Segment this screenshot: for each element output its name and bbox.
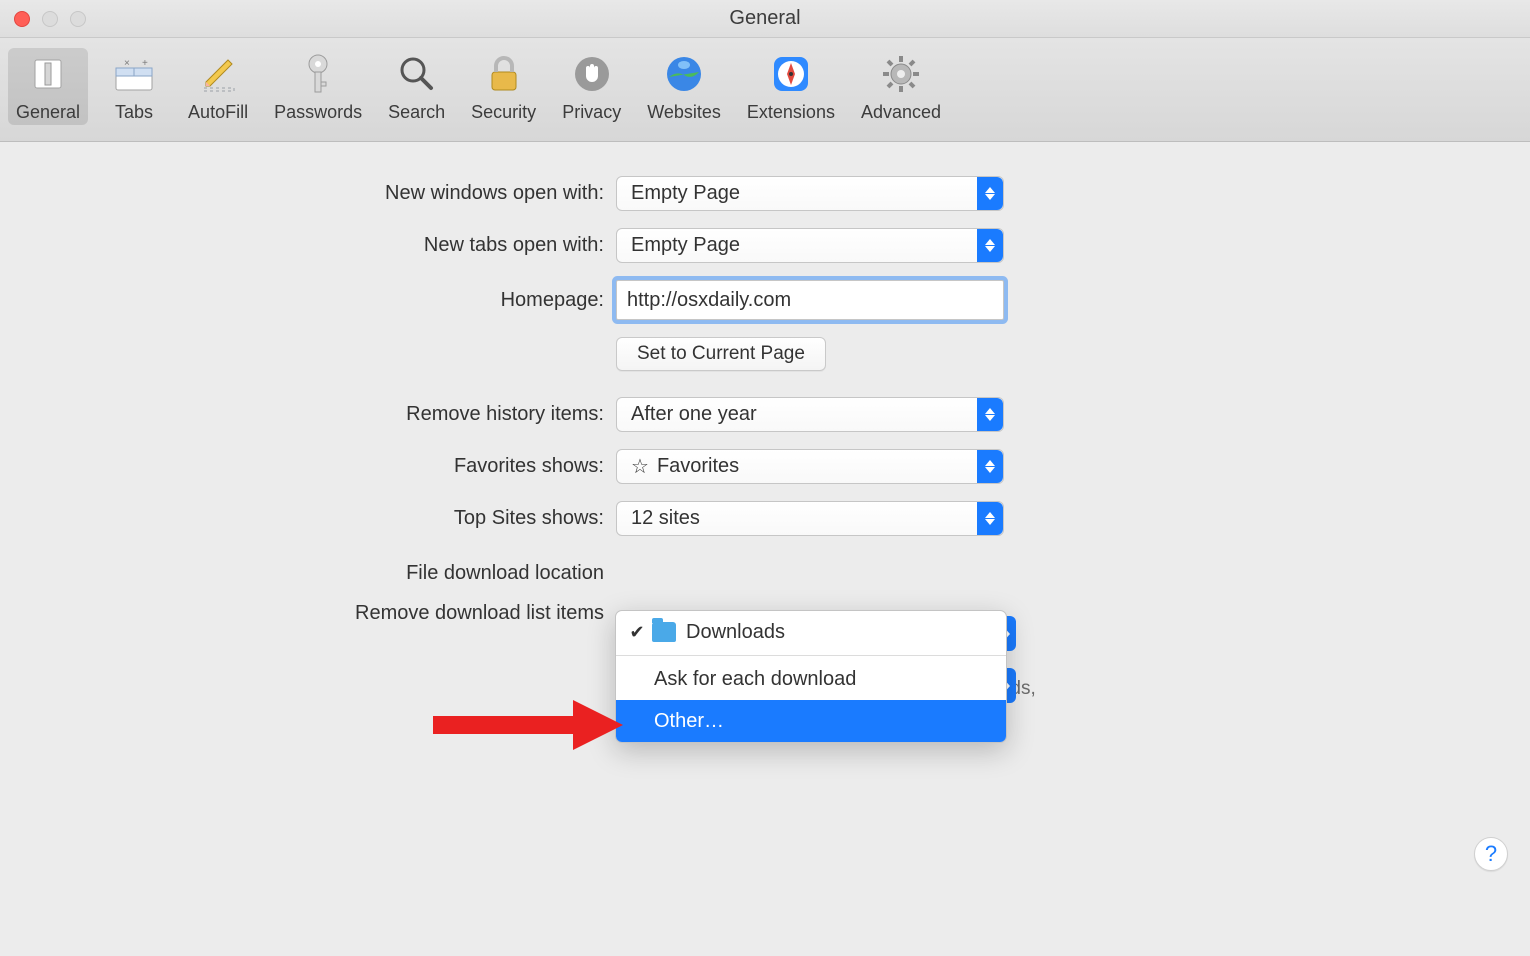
toolbar-label: Advanced: [861, 102, 941, 123]
pencil-icon: [196, 52, 240, 96]
download-location-label: File download location: [0, 562, 616, 585]
download-location-menu: ✔ Downloads Ask for each download Other…: [615, 610, 1007, 743]
toolbar-tab-advanced[interactable]: Advanced: [853, 48, 949, 125]
checkmark-icon: ✔: [626, 622, 648, 643]
menu-item-label: Ask for each download: [654, 668, 856, 691]
menu-item-other[interactable]: Other…: [616, 700, 1006, 742]
toolbar-tab-passwords[interactable]: Passwords: [266, 48, 370, 125]
new-windows-label: New windows open with:: [0, 182, 616, 205]
toolbar-tab-security[interactable]: Security: [463, 48, 544, 125]
svg-text:×: ×: [124, 58, 130, 69]
popup-value: Empty Page: [631, 182, 740, 205]
globe-icon: [662, 52, 706, 96]
toolbar-label: General: [16, 102, 80, 123]
search-icon: [395, 52, 439, 96]
toolbar-tab-extensions[interactable]: Extensions: [739, 48, 843, 125]
toolbar-tab-privacy[interactable]: Privacy: [554, 48, 629, 125]
remove-history-popup[interactable]: After one year: [616, 397, 1004, 432]
homepage-input[interactable]: [616, 280, 1004, 320]
popup-value: Empty Page: [631, 234, 740, 257]
svg-text:+: +: [142, 58, 148, 69]
help-icon: ?: [1485, 841, 1497, 867]
favorites-label: Favorites shows:: [0, 455, 616, 478]
menu-item-label: Other…: [654, 710, 724, 733]
toolbar-tab-tabs[interactable]: ×+ Tabs: [98, 48, 170, 125]
new-tabs-label: New tabs open with:: [0, 234, 616, 257]
homepage-label: Homepage:: [0, 289, 616, 312]
toolbar-label: Websites: [647, 102, 721, 123]
chevron-updown-icon: [977, 177, 1003, 210]
gear-icon: [879, 52, 923, 96]
chevron-updown-icon: [977, 502, 1003, 535]
favorites-popup[interactable]: ☆ Favorites: [616, 449, 1004, 484]
window-title: General: [729, 7, 800, 30]
menu-item-label: Downloads: [686, 621, 785, 644]
compass-icon: [769, 52, 813, 96]
folder-icon: [652, 622, 676, 642]
menu-item-ask[interactable]: Ask for each download: [616, 658, 1006, 700]
popup-value: Favorites: [657, 455, 739, 478]
popup-value: After one year: [631, 403, 757, 426]
star-icon: ☆: [631, 454, 649, 479]
toolbar-label: Security: [471, 102, 536, 123]
chevron-updown-icon: [977, 398, 1003, 431]
remove-download-list-label: Remove download list items: [0, 602, 616, 625]
toolbar-label: AutoFill: [188, 102, 248, 123]
new-windows-popup[interactable]: Empty Page: [616, 176, 1004, 211]
general-icon: [26, 52, 70, 96]
toolbar-label: Privacy: [562, 102, 621, 123]
lock-icon: [482, 52, 526, 96]
toolbar-tab-general[interactable]: General: [8, 48, 88, 125]
minimize-window-button: [42, 11, 58, 27]
toolbar-label: Search: [388, 102, 445, 123]
menu-item-downloads[interactable]: ✔ Downloads: [616, 611, 1006, 653]
help-button[interactable]: ?: [1474, 837, 1508, 871]
set-current-page-button[interactable]: Set to Current Page: [616, 337, 826, 371]
tabs-icon: ×+: [112, 52, 156, 96]
toolbar-tab-search[interactable]: Search: [380, 48, 453, 125]
toolbar-label: Extensions: [747, 102, 835, 123]
new-tabs-popup[interactable]: Empty Page: [616, 228, 1004, 263]
window-titlebar: General: [0, 0, 1530, 38]
toolbar-tab-websites[interactable]: Websites: [639, 48, 729, 125]
menu-separator: [616, 655, 1006, 656]
top-sites-label: Top Sites shows:: [0, 507, 616, 530]
toolbar-label: Passwords: [274, 102, 362, 123]
chevron-updown-icon: [977, 229, 1003, 262]
hand-icon: [570, 52, 614, 96]
close-window-button[interactable]: [14, 11, 30, 27]
toolbar-tab-autofill[interactable]: AutoFill: [180, 48, 256, 125]
toolbar-label: Tabs: [115, 102, 153, 123]
top-sites-popup[interactable]: 12 sites: [616, 501, 1004, 536]
remove-history-label: Remove history items:: [0, 403, 616, 426]
chevron-updown-icon: [977, 450, 1003, 483]
popup-value: 12 sites: [631, 507, 700, 530]
zoom-window-button: [70, 11, 86, 27]
key-icon: [296, 52, 340, 96]
annotation-arrow-icon: [433, 700, 623, 750]
preferences-toolbar: General ×+ Tabs AutoFill Passwords Searc…: [0, 38, 1530, 142]
